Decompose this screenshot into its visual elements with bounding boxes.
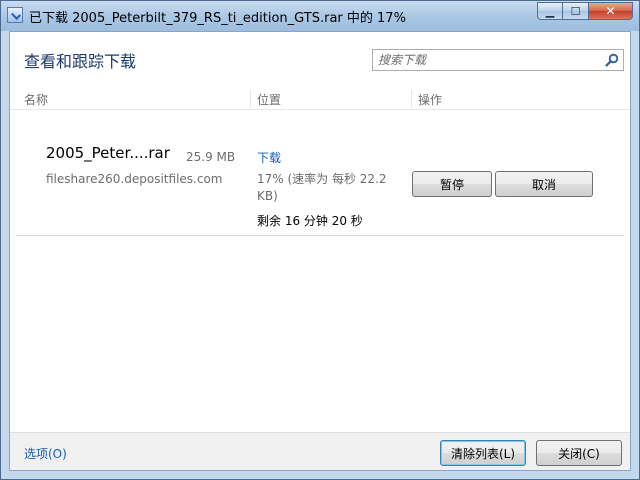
footer-bar: 选项(O) 清除列表(L) 关闭(C) (10, 432, 630, 470)
file-source: fileshare260.depositfiles.com (46, 172, 223, 186)
time-remaining: 剩余 16 分钟 20 秒 (257, 214, 363, 228)
column-header-location[interactable]: 位置 (257, 91, 281, 108)
close-window-button[interactable]: ✕ (589, 2, 633, 20)
downloads-panel: 查看和跟踪下载 名称 位置 操作 2005_Peter....rar 25.9 … (9, 31, 631, 471)
search-input[interactable] (373, 50, 599, 70)
file-name: 2005_Peter....rar (46, 144, 170, 162)
close-icon: ✕ (605, 4, 616, 18)
download-app-icon (7, 7, 23, 23)
search-box[interactable] (372, 49, 624, 71)
maximize-button[interactable]: ☐ (563, 2, 589, 20)
pause-button[interactable]: 暂停 (412, 171, 492, 197)
minimize-icon: ▁ (545, 4, 555, 18)
column-header-actions[interactable]: 操作 (418, 91, 442, 108)
column-headers: 名称 位置 操作 (10, 88, 630, 110)
column-divider (250, 90, 251, 108)
window-title: 已下载 2005_Peterbilt_379_RS_ti_edition_GTS… (29, 11, 406, 26)
caption-buttons: ▁ ☐ ✕ (537, 2, 633, 20)
column-header-name[interactable]: 名称 (24, 91, 48, 108)
column-divider (411, 90, 412, 108)
download-row[interactable]: 2005_Peter....rar 25.9 MB fileshare260.d… (16, 114, 624, 236)
progress-text: 17% (速率为 每秒 22.2 KB) (257, 172, 387, 203)
title-bar[interactable]: 已下载 2005_Peterbilt_379_RS_ti_edition_GTS… (1, 1, 639, 31)
minimize-button[interactable]: ▁ (537, 2, 563, 20)
options-link[interactable]: 选项(O) (24, 445, 67, 462)
search-icon[interactable] (605, 53, 619, 67)
page-title: 查看和跟踪下载 (24, 52, 137, 71)
location-link[interactable]: 下载 (257, 149, 281, 166)
cancel-button[interactable]: 取消 (495, 171, 593, 197)
maximize-icon: ☐ (570, 4, 581, 18)
close-button[interactable]: 关闭(C) (536, 440, 622, 466)
clear-list-button[interactable]: 清除列表(L) (440, 440, 526, 466)
file-size: 25.9 MB (186, 150, 236, 164)
downloads-window: 已下载 2005_Peterbilt_379_RS_ti_edition_GTS… (0, 0, 640, 480)
